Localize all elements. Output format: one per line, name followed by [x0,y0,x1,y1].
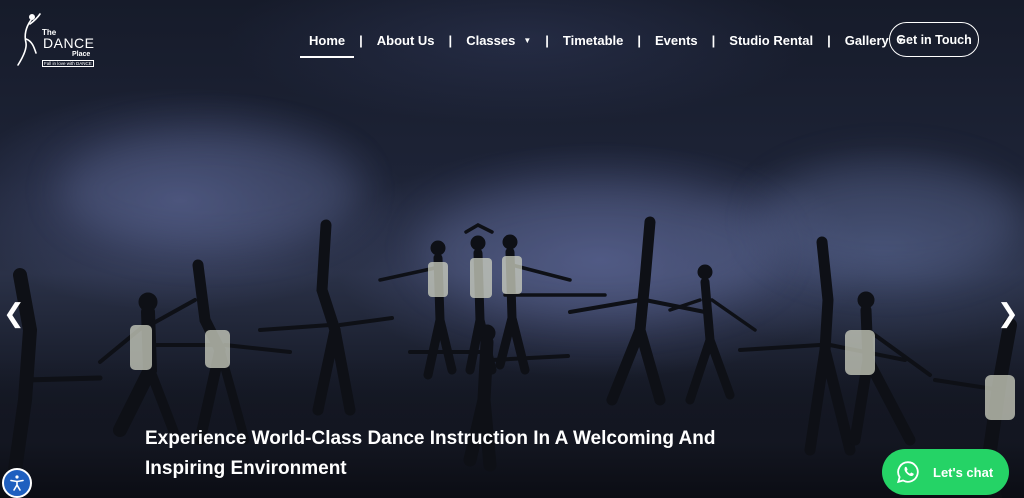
nav-item-about-us[interactable]: About Us [377,33,435,48]
nav-item-label: Gallery [844,32,889,48]
logo-place-text: Place [72,51,91,58]
site-logo[interactable]: The DANCE Place Fall in love with DANCE [14,11,94,69]
logo-tagline: Fall in love with DANCE [42,60,94,67]
main-nav: Home | About Us | Classes ▼ | Timetable |… [299,28,905,58]
nav-item-label: Studio Rental [729,32,814,48]
dancer-logo-icon [17,13,41,66]
nav-separator: | [359,32,363,48]
accessibility-button[interactable] [2,468,32,498]
get-in-touch-button[interactable]: Get in Touch [889,22,979,57]
nav-item-timetable[interactable]: Timetable [563,33,623,48]
nav-item-label: Classes [466,32,516,48]
whatsapp-icon [897,461,919,484]
nav-separator: | [827,32,831,48]
lets-chat-button[interactable]: Let's chat [882,449,1009,495]
hero-headline-line-2: Inspiring Environment [145,458,347,479]
nav-item-label: Timetable [562,32,624,48]
accessibility-icon [10,475,24,491]
nav-item-events[interactable]: Events [655,33,698,48]
logo-dance-text: DANCE [43,35,95,51]
chevron-down-icon: ▼ [523,35,532,45]
nav-separator: | [545,32,549,48]
hero-headline-line-1: Experience World-Class Dance Instruction… [145,428,716,449]
nav-item-label: About Us [376,32,435,48]
nav-separator: | [448,32,453,48]
chevron-left-icon[interactable]: ❮ [3,300,25,326]
nav-item-classes[interactable]: Classes ▼ [466,33,531,48]
chat-label: Let's chat [933,464,994,480]
nav-item-label: Events [655,32,698,48]
nav-item-home[interactable]: Home [299,32,355,58]
nav-separator: | [637,32,641,48]
site-header: The DANCE Place Fall in love with DANCE … [0,0,1024,78]
hero-headline: Experience World-Class Dance Instruction… [145,424,745,484]
nav-item-label: Home [309,32,346,48]
chevron-right-icon[interactable]: ❯ [997,300,1019,326]
nav-item-studio-rental[interactable]: Studio Rental [729,33,813,48]
nav-separator: | [711,32,716,48]
